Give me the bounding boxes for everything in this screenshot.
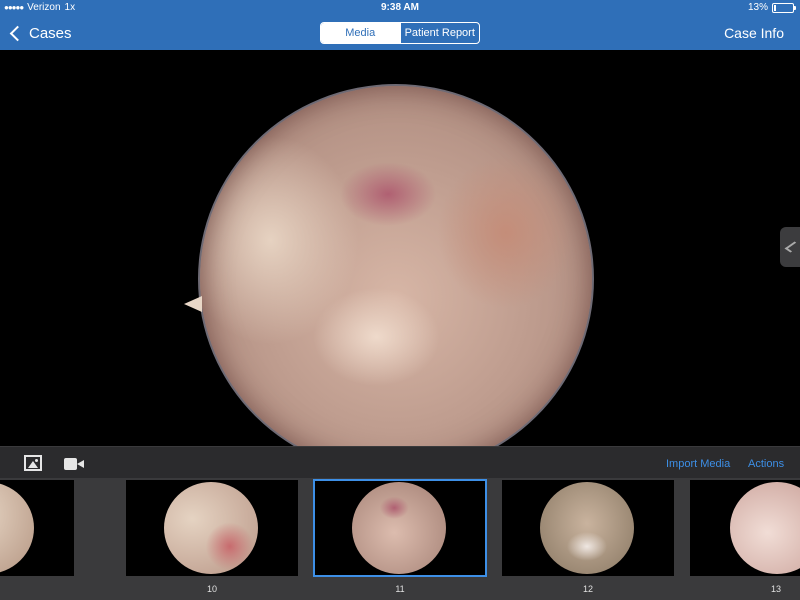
thumbnail-number: 11 xyxy=(395,584,405,594)
back-label: Cases xyxy=(29,24,72,42)
thumbnail-13[interactable] xyxy=(690,480,800,576)
thumbnail-image xyxy=(730,482,800,574)
video-camera-lens xyxy=(77,460,84,468)
thumbnail-image xyxy=(164,482,258,574)
back-to-cases-button[interactable]: Cases xyxy=(8,22,72,44)
import-media-button[interactable]: Import Media xyxy=(666,458,730,470)
side-panel-toggle[interactable] xyxy=(780,227,800,267)
thumbnail-number: 12 xyxy=(582,584,593,594)
top-bar: ●●●●● Verizon 1x 9:38 AM 13% Cases Media… xyxy=(0,0,800,50)
battery-fill xyxy=(774,4,776,11)
video-camera-icon[interactable] xyxy=(64,458,84,470)
actions-button[interactable]: Actions xyxy=(748,458,784,470)
scope-notch-marker xyxy=(184,296,202,312)
thumbnail-12[interactable] xyxy=(502,480,674,576)
thumbnail-11[interactable] xyxy=(313,479,487,577)
photo-sun-shape xyxy=(35,459,38,462)
photo-mountain-shape xyxy=(28,461,38,468)
thumbnail-number: 9 xyxy=(0,584,74,594)
thumbnail-9[interactable] xyxy=(0,480,74,576)
video-camera-body xyxy=(64,458,77,470)
thumbnail-strip[interactable]: 9 10 11 12 13 xyxy=(0,478,800,600)
media-toolbar: Import Media Actions xyxy=(0,446,800,478)
thumbnail-image xyxy=(352,482,446,574)
status-time: 9:38 AM xyxy=(381,2,419,13)
status-bar: ●●●●● Verizon 1x 9:38 AM 13% xyxy=(0,0,800,16)
thumbnail-image xyxy=(0,482,34,574)
tab-patient-report[interactable]: Patient Report xyxy=(399,23,480,43)
case-info-button[interactable]: Case Info xyxy=(724,25,784,41)
chevron-left-icon xyxy=(9,25,26,41)
media-viewer[interactable] xyxy=(0,50,800,446)
tab-media[interactable]: Media xyxy=(321,23,400,43)
battery-percent: 13% xyxy=(747,2,768,13)
status-right: 13% xyxy=(747,2,796,13)
photo-icon[interactable] xyxy=(24,455,42,471)
endoscopic-image xyxy=(184,84,594,446)
thumbnail-number: 13 xyxy=(770,584,781,594)
view-segmented-control: Media Patient Report xyxy=(320,22,480,44)
chevron-left-icon xyxy=(784,241,800,253)
thumbnail-image xyxy=(540,482,634,574)
thumbnail-number: 10 xyxy=(206,584,217,594)
thumbnail-10[interactable] xyxy=(126,480,298,576)
battery-icon xyxy=(772,2,796,13)
